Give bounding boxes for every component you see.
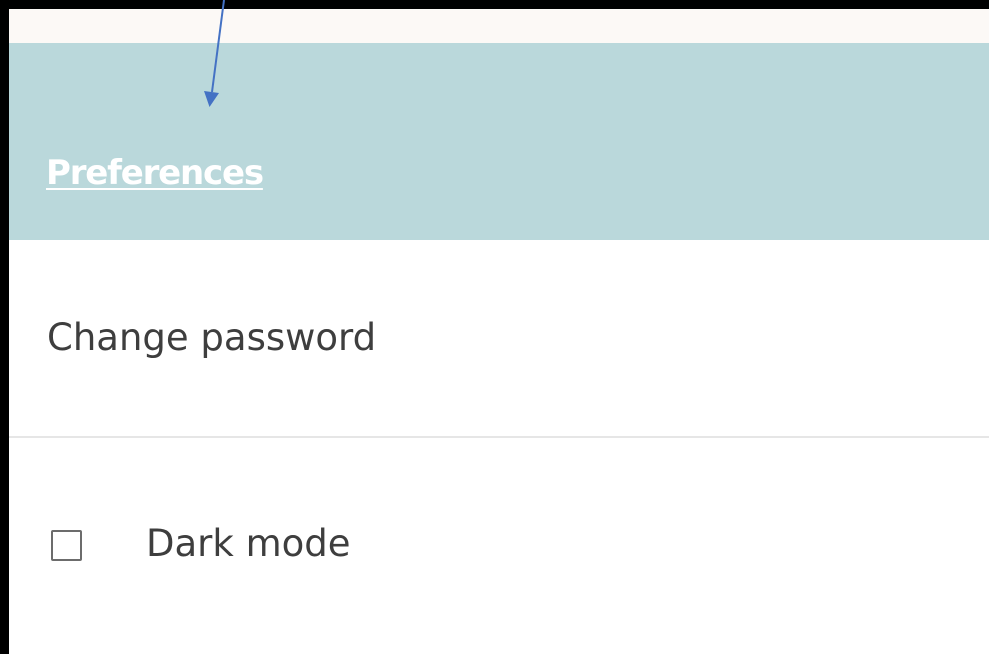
settings-panel-frame: Preferences Change password Dark mode	[0, 0, 989, 654]
preferences-header-bar: Preferences	[9, 43, 989, 240]
preferences-link[interactable]: Preferences	[46, 153, 264, 193]
dark-mode-row[interactable]: Dark mode	[9, 509, 989, 589]
change-password-item[interactable]: Change password	[9, 240, 989, 436]
checkbox-unchecked-icon[interactable]	[51, 530, 82, 561]
dark-mode-label: Dark mode	[146, 522, 351, 565]
menu-divider	[9, 436, 989, 438]
top-strip	[9, 9, 989, 43]
change-password-label: Change password	[47, 316, 377, 359]
